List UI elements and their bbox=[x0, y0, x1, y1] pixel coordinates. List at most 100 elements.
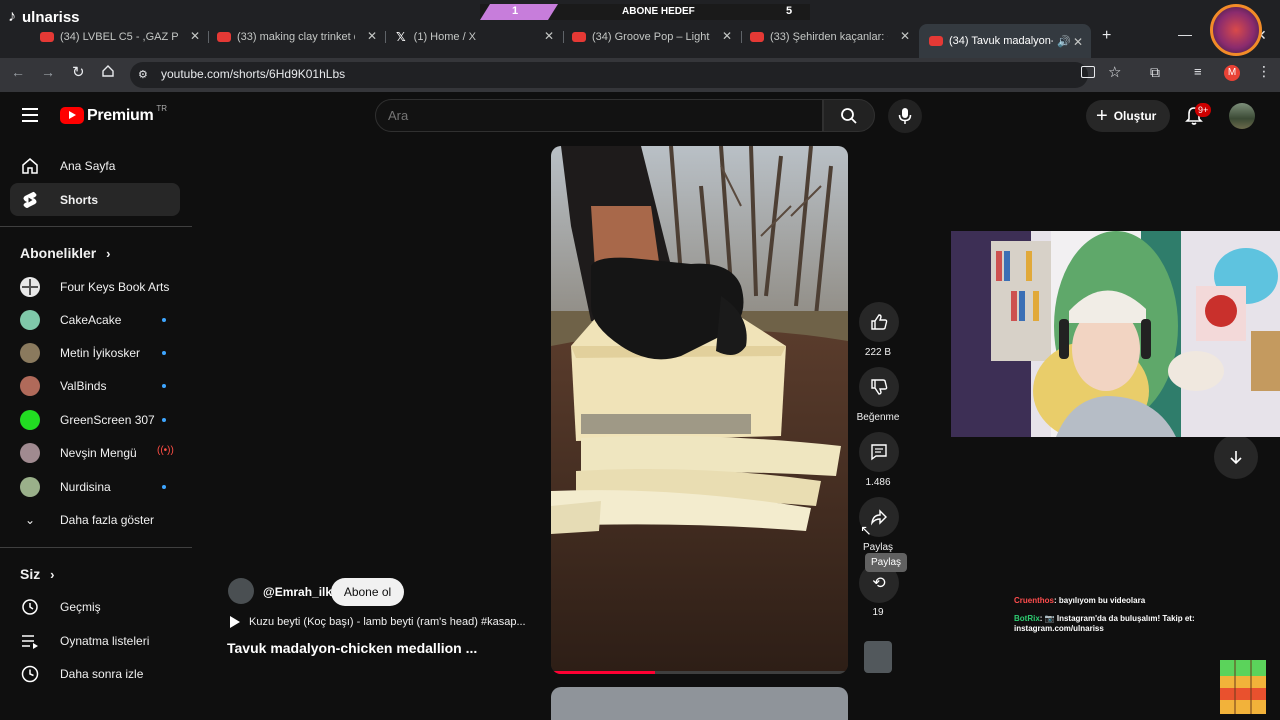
profile-avatar[interactable]: M bbox=[1224, 65, 1240, 81]
youtube-icon bbox=[217, 32, 231, 42]
sidebar-divider bbox=[0, 547, 192, 548]
minimize-window-button[interactable]: — bbox=[1178, 26, 1192, 42]
video-progress-bar[interactable] bbox=[551, 671, 848, 674]
channel-avatar-holder bbox=[20, 277, 40, 297]
install-app-icon[interactable] bbox=[1081, 66, 1095, 78]
shorts-icon bbox=[20, 190, 40, 210]
sidebar-item-playlists[interactable]: Oynatma listeleri bbox=[10, 625, 180, 657]
browser-menu-icon[interactable]: ⋮ bbox=[1257, 63, 1271, 80]
subscriptions-heading[interactable]: Abonelikler › bbox=[20, 245, 110, 261]
sidebar-item-label: Geçmiş bbox=[60, 600, 101, 614]
play-icon bbox=[230, 616, 240, 628]
sidebar-item-home[interactable]: Ana Sayfa bbox=[10, 150, 180, 182]
sidebar-item-label: Ana Sayfa bbox=[60, 159, 116, 173]
subscribe-button[interactable]: Abone ol bbox=[331, 578, 404, 606]
close-tab-icon[interactable]: ✕ bbox=[1073, 35, 1083, 49]
browser-tab[interactable]: (34) Groove Pop – Light Gr ✕ bbox=[572, 26, 732, 48]
mouse-cursor-icon: ↖ bbox=[860, 522, 872, 538]
create-button[interactable]: + Oluştur bbox=[1086, 100, 1170, 132]
chevron-right-icon: › bbox=[50, 567, 55, 582]
channel-avatar[interactable] bbox=[228, 578, 254, 604]
tab-title: (34) Groove Pop – Light Gr bbox=[592, 31, 710, 43]
voice-search-button[interactable] bbox=[888, 99, 922, 133]
extensions-icon[interactable]: ⧉ bbox=[1150, 64, 1160, 81]
youtube-icon bbox=[750, 32, 764, 42]
search-button[interactable] bbox=[823, 99, 875, 132]
media-controls-icon[interactable]: ≡ bbox=[1194, 64, 1202, 79]
close-tab-icon[interactable]: ✕ bbox=[367, 29, 377, 43]
video-frame bbox=[551, 146, 848, 674]
sidebar-item-watch-later[interactable]: Daha sonra izle bbox=[10, 658, 180, 690]
comment-icon bbox=[871, 444, 887, 461]
search-input[interactable] bbox=[388, 104, 808, 127]
sidebar-item-label: Shorts bbox=[60, 192, 99, 207]
speaker-icon[interactable]: 🔊 bbox=[1057, 35, 1071, 48]
short-title[interactable]: Tavuk madalyon-chicken medallion ... bbox=[227, 640, 477, 656]
home-button[interactable] bbox=[101, 64, 115, 78]
short-channel-name[interactable]: @Emrah_ilk bbox=[263, 585, 332, 599]
sidebar-subscription[interactable]: Metin İyikosker bbox=[10, 337, 180, 369]
bookmark-star-icon[interactable]: ☆ bbox=[1108, 63, 1121, 81]
browser-tab[interactable]: 𝕏 (1) Home / X ✕ bbox=[396, 26, 554, 48]
youtube-icon bbox=[929, 36, 943, 46]
browser-tab[interactable]: (33) Şehirden kaçanlar: Orc ✕ bbox=[750, 26, 910, 48]
close-tab-icon[interactable]: ✕ bbox=[190, 29, 200, 43]
forward-button[interactable]: → bbox=[41, 64, 55, 80]
close-tab-icon[interactable]: ✕ bbox=[544, 29, 554, 43]
sound-row[interactable]: Kuzu beyti (Koç başı) - lamb beyti (ram'… bbox=[230, 616, 540, 628]
browser-tab[interactable]: (33) making clay trinket dis ✕ bbox=[217, 26, 377, 48]
chat-text: bayılıyom bu videolara bbox=[1058, 596, 1146, 605]
new-tab-button[interactable]: + bbox=[1102, 27, 1111, 45]
sidebar-item-label: ValBinds bbox=[60, 379, 107, 393]
channel-avatar bbox=[20, 376, 40, 396]
playlist-icon bbox=[20, 631, 40, 651]
channel-avatar bbox=[20, 310, 40, 330]
history-icon bbox=[20, 597, 40, 617]
like-count: 222 B bbox=[864, 347, 892, 358]
show-more-button[interactable]: ⌄ Daha fazla göster bbox=[10, 504, 180, 536]
create-label: Oluştur bbox=[1113, 109, 1157, 123]
chat-message: BotRix: 📷 Instagram'da da buluşalım! Tak… bbox=[1014, 614, 1195, 633]
site-info-icon[interactable]: ⚙ bbox=[138, 68, 148, 81]
hamburger-menu-icon[interactable] bbox=[22, 108, 38, 122]
remix-count: 19 bbox=[872, 607, 884, 618]
sidebar-subscription[interactable]: Four Keys Book Arts bbox=[10, 271, 180, 303]
sound-thumbnail[interactable] bbox=[864, 641, 892, 673]
new-content-dot bbox=[162, 318, 166, 322]
close-tab-icon[interactable]: ✕ bbox=[900, 29, 910, 43]
channel-avatar-holder bbox=[20, 310, 40, 330]
sidebar-item-label: Oynatma listeleri bbox=[60, 634, 150, 648]
sidebar-item-history[interactable]: Geçmiş bbox=[10, 591, 180, 623]
channel-avatar-holder bbox=[20, 477, 40, 497]
reload-button[interactable]: ↻ bbox=[72, 63, 85, 81]
country-code: TR bbox=[156, 104, 168, 113]
url-text[interactable]: youtube.com/shorts/6Hd9K01hLbs bbox=[161, 67, 345, 81]
microphone-icon bbox=[898, 108, 912, 124]
short-video-player[interactable] bbox=[551, 146, 848, 674]
browser-tab-active[interactable]: (34) Tavuk madalyon-c 🔊 ✕ bbox=[919, 24, 1091, 58]
sidebar-subscription[interactable]: ValBinds bbox=[10, 370, 180, 402]
back-button[interactable]: ← bbox=[11, 64, 25, 80]
like-button[interactable] bbox=[859, 302, 899, 342]
channel-avatar-holder bbox=[20, 343, 40, 363]
sidebar-subscription[interactable]: Nurdisina bbox=[10, 471, 180, 503]
youtube-logo[interactable]: Premium TR bbox=[60, 104, 168, 125]
next-short-button[interactable] bbox=[1214, 435, 1258, 479]
close-tab-icon[interactable]: ✕ bbox=[722, 29, 732, 43]
chevron-right-icon: › bbox=[106, 246, 111, 261]
sidebar-subscription[interactable]: GreenScreen 307 bbox=[10, 404, 180, 436]
dislike-button[interactable] bbox=[859, 367, 899, 407]
plus-icon: + bbox=[1096, 105, 1108, 127]
account-avatar[interactable] bbox=[1229, 103, 1255, 129]
next-short-preview[interactable] bbox=[551, 687, 848, 720]
sidebar-subscription[interactable]: Nevşin Mengü ((•)) bbox=[10, 437, 180, 469]
chevron-down-icon: ⌄ bbox=[24, 513, 36, 527]
stream-badge-icon bbox=[1210, 4, 1262, 56]
stream-logo: ♪ ulnariss bbox=[8, 8, 80, 26]
sidebar-subscription[interactable]: CakeAcake bbox=[10, 304, 180, 336]
sidebar-item-shorts[interactable]: Shorts bbox=[10, 183, 180, 216]
sidebar-item-label: Nurdisina bbox=[60, 480, 111, 494]
you-heading[interactable]: Siz › bbox=[20, 566, 54, 582]
browser-tab[interactable]: (34) LVBEL C5 - ,GAZ PEDA ✕ bbox=[40, 26, 200, 48]
comments-button[interactable] bbox=[859, 432, 899, 472]
